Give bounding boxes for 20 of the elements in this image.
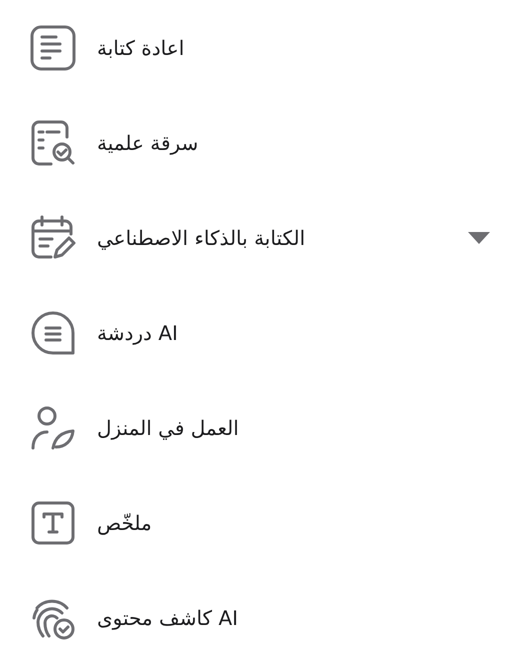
document-check-icon [29, 118, 77, 166]
menu-item[interactable]: AI دردشة [0, 285, 510, 380]
menu-item-label: ملخّص [97, 510, 152, 537]
chat-bubble-icon [29, 308, 77, 356]
person-leaf-icon [29, 404, 77, 452]
menu-item-label: AI دردشة [97, 320, 178, 347]
menu-item-label: AI كاشف محتوى [97, 604, 238, 632]
calendar-pen-icon [29, 214, 77, 262]
menu-item[interactable]: العمل في المنزل [0, 380, 510, 475]
text-box-icon [29, 498, 77, 546]
menu-item-label: الكتابة بالذكاء الاصطناعي [97, 224, 306, 252]
menu-item[interactable]: اعادة كتابة [0, 0, 510, 95]
menu-item[interactable]: الكتابة بالذكاء الاصطناعي [0, 190, 510, 285]
menu-item[interactable]: سرقة علمية [0, 95, 510, 190]
menu-item[interactable]: AI كاشف محتوى [0, 570, 510, 665]
menu-item-label: العمل في المنزل [97, 414, 239, 442]
document-lines-icon [29, 24, 77, 72]
menu-item-label: سرقة علمية [97, 130, 198, 157]
menu-item-label: اعادة كتابة [97, 34, 184, 62]
menu-item[interactable]: ملخّص [0, 475, 510, 570]
